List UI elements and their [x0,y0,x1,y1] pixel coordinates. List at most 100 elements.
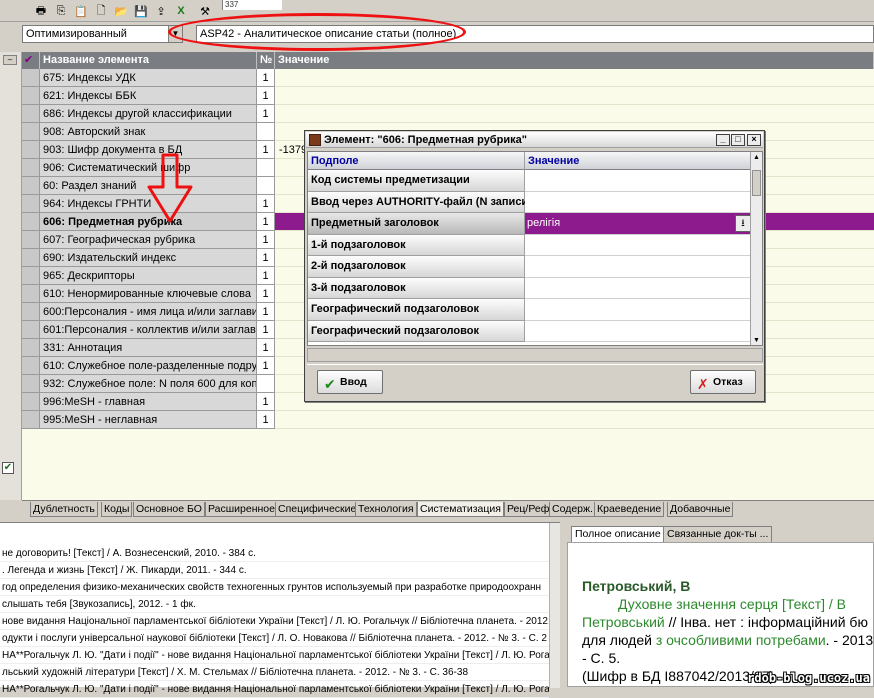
chevron-down-icon[interactable]: ▼ [168,26,182,42]
tab-sistematizaciya[interactable]: Систематизация [417,502,504,517]
subfield-column-header[interactable]: Подполе [308,152,525,170]
value-column-header[interactable]: Значение [525,152,751,170]
value-column-header[interactable]: Значение [275,52,874,69]
tab-kody[interactable]: Коды [101,502,133,517]
collapse-button[interactable]: – [3,55,17,65]
grid-row[interactable]: 686: Индексы другой классификации 1 [22,105,874,123]
row-name[interactable]: 610: Ненормированные ключевые слова [40,285,257,303]
ok-button[interactable]: ✔ Ввод [317,370,383,394]
print-icon[interactable]: 🖶 [32,2,50,20]
list-item[interactable]: слышать тебя [Звукозапись], 2012. - 1 фк… [0,596,549,613]
maximize-icon[interactable]: □ [731,134,745,146]
database-field[interactable]: ASP42 - Аналитическое описание статьи (п… [196,25,874,43]
row-name[interactable]: 60: Раздел знаний [40,177,257,195]
cancel-button[interactable]: ✗ Отказ [690,370,756,394]
grid-row[interactable]: 675: Индексы УДК 1 [22,69,874,87]
name-column-header[interactable]: Название элемента [40,52,257,69]
subfield-row[interactable]: Географический подзаголовок [308,299,751,321]
row-name[interactable]: 686: Индексы другой классификации [40,105,257,123]
subfield-value[interactable] [525,256,751,278]
list-item[interactable]: год определения физико-механических свой… [0,579,549,596]
new-icon[interactable]: 🗋 [92,2,110,20]
subfield-row-selected[interactable]: Предметный заголовок релігія ⭳ [308,213,751,235]
row-name[interactable]: 995:MeSH - неглавная [40,411,257,429]
scroll-up-icon[interactable]: ▲ [752,153,761,163]
list-item[interactable]: НА**Рогальчук Л. Ю. "Дати і події" - нов… [0,681,549,698]
tab-linked-docs[interactable]: Связанные док-ты ... [663,526,773,542]
row-name[interactable]: 331: Аннотация [40,339,257,357]
subfield-row[interactable]: 3-й подзаголовок [308,277,751,299]
row-name[interactable]: 600:Персоналия - имя лица и/или заглавие… [40,303,257,321]
row-name[interactable]: 607: Географическая рубрика [40,231,257,249]
row-name[interactable]: 932: Служебное поле: N поля 600 для копи… [40,375,257,393]
check-column-header[interactable]: ✔ [22,52,40,69]
list-item[interactable]: одукти і послуги універсальної наукової … [0,630,549,647]
folder-icon[interactable]: 📂 [112,2,130,20]
list-item[interactable]: льський художній літератури [Текст] / Х.… [0,664,549,681]
copy-icon[interactable]: ⎘ [52,2,70,20]
subfield-value[interactable]: релігія ⭳ [525,213,751,235]
subfield-value[interactable] [525,170,751,192]
download-arrow-icon[interactable]: ⭳ [735,215,751,232]
close-icon[interactable]: × [747,134,761,146]
tools-icon[interactable]: ⚒ [196,2,214,20]
row-name[interactable]: 964: Индексы ГРНТИ [40,195,257,213]
tab-tekhnologiya[interactable]: Технология [355,502,417,517]
export-icon[interactable]: ⇪ [152,2,170,20]
excel-icon[interactable]: X [172,2,190,20]
tab-dubletnost[interactable]: Дублетность [30,502,98,517]
tab-soderzh[interactable]: Содерж. [549,502,596,517]
row-value[interactable] [275,69,874,87]
list-item[interactable]: . Легенда и жизнь [Текст] / Ж. Пикарди, … [0,562,549,579]
minimize-icon[interactable]: _ [716,134,730,146]
row-name[interactable]: 621: Индексы ББК [40,87,257,105]
row-value[interactable] [275,105,874,123]
grid-row[interactable]: 621: Индексы ББК 1 [22,87,874,105]
row-name[interactable]: 996:MeSH - главная [40,393,257,411]
dialog-titlebar[interactable]: Элемент: "606: Предметная рубрика" _ □ × [306,132,763,148]
description-author-link[interactable]: Петровський [582,614,665,630]
scroll-down-icon[interactable]: ▼ [752,336,761,345]
dialog-scrollbar[interactable]: ▲ ▼ [750,152,762,345]
row-name[interactable]: 675: Индексы УДК [40,69,257,87]
row-name[interactable]: 903: Шифр документа в БД [40,141,257,159]
records-list-scrollbar[interactable] [549,523,560,688]
row-name[interactable]: 606: Предметная рубрика [40,213,257,231]
subfield-value[interactable] [525,191,751,213]
row-name[interactable]: 690: Издательский индекс [40,249,257,267]
tab-full-description[interactable]: Полное описание [571,526,665,542]
tab-specificheskie[interactable]: Специфические [275,502,360,517]
scroll-thumb[interactable] [752,170,761,196]
list-item[interactable]: нове видання Національної парламентської… [0,613,549,630]
subfield-row[interactable]: 2-й подзаголовок [308,256,751,278]
tab-dobavochnye[interactable]: Добавочные [667,502,734,517]
mode-select[interactable]: Оптимизированный ▼ [22,25,183,43]
list-item[interactable]: НА**Рогальчук Л. Ю. "Дати і події" - нов… [0,647,549,664]
subfield-row[interactable]: 1-й подзаголовок [308,234,751,256]
subfield-value[interactable] [525,234,751,256]
tab-rasshirennoe[interactable]: Расширенное [205,502,278,517]
subfield-value[interactable] [525,299,751,321]
row-value[interactable] [275,87,874,105]
row-value[interactable] [275,411,874,429]
subfield-row[interactable]: Код системы предметизации [308,170,751,192]
row-name[interactable]: 906: Систематический шифр [40,159,257,177]
subfield-value[interactable] [525,320,751,342]
row-name[interactable]: 965: Дескрипторы [40,267,257,285]
tab-kraevedenie[interactable]: Краеведение [594,502,665,517]
tab-osnovnoe-bo[interactable]: Основное БО [133,502,205,517]
subfield-row[interactable]: Географический подзаголовок [308,320,751,342]
save-icon[interactable]: 💾 [132,2,150,20]
description-journal-link[interactable]: з очсобливими потребами [656,632,826,648]
subfield-row[interactable]: Ввод через AUTHORITY-файл (N записи) [308,191,751,213]
subfield-value[interactable] [525,277,751,299]
tab-rec-ref[interactable]: Рец/Реф [504,502,553,517]
row-name[interactable]: 601:Персоналия - коллектив и/или заглави… [40,321,257,339]
list-item[interactable]: не договорить! [Текст] / А. Вознесенский… [0,545,549,562]
row-name[interactable]: 908: Авторский знак [40,123,257,141]
left-checkbox[interactable]: ✔ [2,462,14,474]
row-name[interactable]: 610: Служебное поле-разделенные подрубри… [40,357,257,375]
grid-row[interactable]: 995:MeSH - неглавная 1 [22,411,874,429]
paste-icon[interactable]: 📋 [72,2,90,20]
num-column-header[interactable]: № [257,52,275,69]
